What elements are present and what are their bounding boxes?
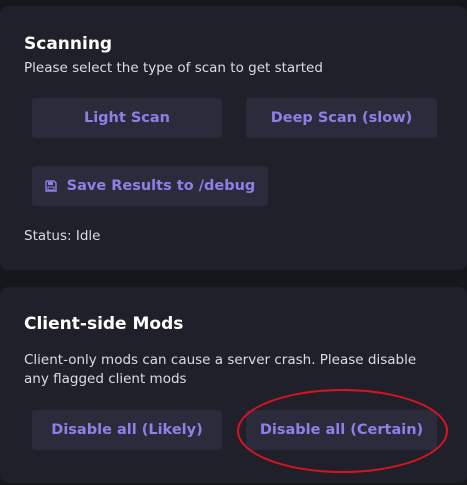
deep-scan-label: Deep Scan (slow) bbox=[270, 110, 413, 126]
disable-likely-label: Disable all (Likely) bbox=[51, 422, 203, 438]
scanning-card: Scanning Please select the type of scan … bbox=[0, 6, 467, 270]
client-mods-title: Client-side Mods bbox=[24, 314, 184, 334]
disable-likely-button[interactable]: Disable all (Likely) bbox=[32, 410, 222, 450]
save-results-button[interactable]: Save Results to /debug bbox=[32, 166, 268, 206]
deep-scan-button[interactable]: Deep Scan (slow) bbox=[246, 98, 437, 138]
client-mods-description: Client-only mods can cause a server cras… bbox=[24, 352, 417, 387]
disable-certain-label: Disable all (Certain) bbox=[259, 422, 424, 438]
scanning-description: Please select the type of scan to get st… bbox=[24, 60, 323, 76]
light-scan-label: Light Scan bbox=[83, 110, 171, 126]
scanning-title: Scanning bbox=[24, 34, 113, 54]
scan-status: Status: Idle bbox=[24, 228, 101, 244]
client-mods-card: Client-side Mods Client-only mods can ca… bbox=[0, 287, 467, 483]
floppy-disk-icon bbox=[44, 180, 57, 192]
disable-certain-button[interactable]: Disable all (Certain) bbox=[246, 410, 437, 450]
save-results-label: Save Results to /debug bbox=[66, 178, 256, 194]
light-scan-button[interactable]: Light Scan bbox=[32, 98, 222, 138]
page: Scanning Please select the type of scan … bbox=[0, 0, 467, 485]
